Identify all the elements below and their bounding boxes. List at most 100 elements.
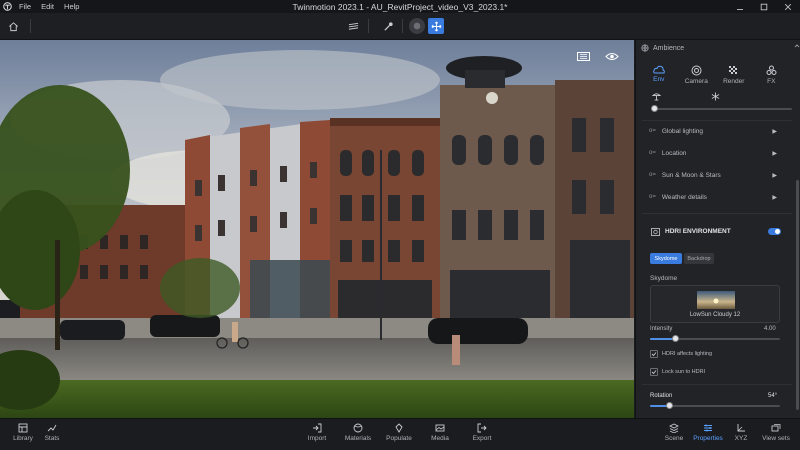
sliders-icon: o= [649,194,656,200]
rotation-label: Rotation [650,393,673,399]
import-button[interactable]: Import [298,423,336,442]
fullscreen-icon [576,51,590,61]
panel-divider [642,213,792,214]
tab-fx[interactable]: FX [756,65,786,85]
skydome-selector[interactable]: LowSun Cloudy 12 [650,285,780,323]
layers-icon [348,22,358,30]
checkmark-icon [651,370,657,375]
layers-button[interactable] [345,18,361,34]
skydome-name: LowSun Cloudy 12 [689,312,741,318]
media-icon [435,424,445,432]
lock-sun-checkbox[interactable] [650,368,658,376]
orbit-icon [413,22,421,30]
scene-button[interactable]: Scene [655,423,693,442]
move-button[interactable] [428,18,444,34]
bottom-bar: Library Stats Import Materials Populate … [0,418,800,450]
backdrop-mode-button[interactable]: Backdrop [684,253,714,264]
snowflake-icon [711,92,720,101]
section-global-lighting[interactable]: o= Global lighting ▶ [649,125,777,137]
skydome-mode-button[interactable]: Skydome [650,253,682,264]
skydome-label: Skydome [650,275,678,282]
expand-arrow-icon: ▶ [772,150,777,157]
properties-icon [704,424,712,432]
populate-button[interactable]: Populate [380,423,418,442]
menu-file[interactable]: File [14,2,36,11]
eye-icon [605,52,619,60]
fullscreen-button[interactable] [575,50,591,62]
view-sets-button[interactable]: View sets [757,423,795,442]
expand-arrow-icon: ▶ [772,128,777,135]
menu-edit[interactable]: Edit [36,2,59,11]
view-sets-icon [771,424,781,432]
pick-tool-button[interactable] [380,18,396,34]
materials-button[interactable]: Materials [339,423,377,442]
minimize-icon [737,8,743,10]
scene-render [0,40,634,418]
summer-icon [652,93,661,101]
close-icon [784,3,792,10]
panel-title: Ambience [653,44,685,52]
sliders-icon: o= [649,150,656,156]
ambience-tabs: Env Camera Render FX [640,65,790,85]
hdri-affects-lighting-checkbox[interactable] [650,350,658,358]
window-title: Twinmotion 2023.1 - AU_RevitProject_vide… [292,1,508,12]
top-toolbar [0,13,800,40]
stats-icon [47,424,57,432]
rotation-slider-knob[interactable] [665,402,673,409]
tab-env[interactable]: Env [644,65,674,85]
rotation-value: 54° [768,393,778,399]
panel-scrollbar[interactable] [796,180,799,410]
library-icon [18,423,28,433]
close-button[interactable] [776,0,800,13]
pick-tool-icon [383,21,393,31]
stats-button[interactable]: Stats [33,423,71,442]
export-icon [477,423,487,433]
lock-sun-label: Lock sun to HDRI [662,369,706,375]
hdri-toggle[interactable] [768,228,781,235]
maximize-button[interactable] [752,0,776,13]
panel-divider [642,384,792,385]
twinmotion-logo-icon [0,0,14,13]
toolbar-separator [30,19,31,33]
export-button[interactable]: Export [463,423,501,442]
menu-help[interactable]: Help [59,2,84,11]
checkmark-icon [651,352,657,357]
panel-header: Ambience [636,40,800,56]
home-icon [8,21,18,31]
fx-icon [766,65,777,75]
minimize-button[interactable] [728,0,752,13]
season-slider-track[interactable] [655,108,792,110]
section-sun-moon-stars[interactable]: o= Sun & Moon & Stars ▶ [649,169,777,181]
camera-icon [691,65,702,76]
hdri-affects-lighting-label: HDRI affects lighting [662,351,713,357]
xyz-button[interactable]: XYZ [722,423,760,442]
properties-panel: Ambience Env Camera Render FX o= Global … [635,40,800,418]
3d-viewport[interactable] [0,40,634,418]
expand-arrow-icon: ▶ [772,172,777,179]
populate-icon [395,423,403,433]
season-slider-knob[interactable] [651,105,658,112]
tab-render[interactable]: Render [719,65,749,85]
materials-icon [353,423,363,433]
intensity-label: Intensity [650,326,673,332]
section-weather-details[interactable]: o= Weather details ▶ [649,191,777,203]
intensity-value: 4.00 [764,326,776,332]
panel-divider [642,120,792,121]
visibility-button[interactable] [604,50,620,62]
intensity-slider-knob[interactable] [672,335,679,342]
toolbar-separator [368,19,369,33]
scroll-up-icon[interactable] [794,43,800,49]
hdri-icon [651,228,660,236]
home-button[interactable] [5,18,21,34]
scene-icon [669,423,679,433]
import-icon [313,423,322,433]
xyz-icon [737,424,745,432]
media-button[interactable]: Media [421,423,459,442]
expand-arrow-icon: ▶ [772,194,777,201]
section-location[interactable]: o= Location ▶ [649,147,777,159]
cloud-icon [652,65,665,74]
tab-camera[interactable]: Camera [681,65,711,85]
orbit-button[interactable] [409,18,425,34]
maximize-icon [760,3,768,10]
skydome-thumbnail [697,291,735,309]
